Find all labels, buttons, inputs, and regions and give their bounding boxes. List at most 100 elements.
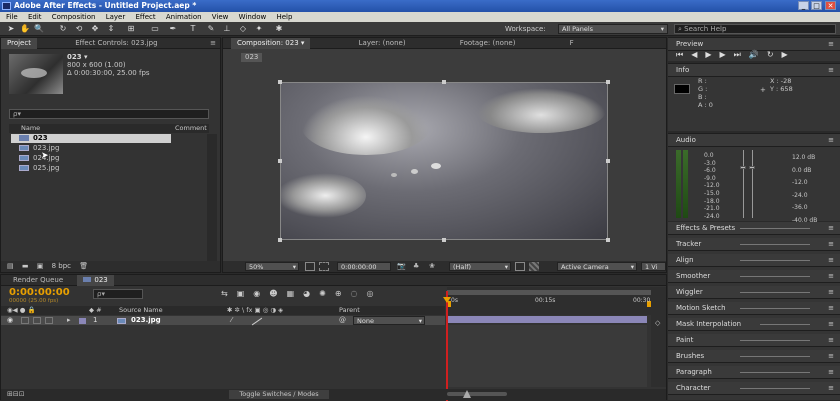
menu-layer[interactable]: Layer bbox=[106, 13, 126, 21]
selection-tool-icon[interactable]: ➤ bbox=[6, 24, 16, 34]
new-folder-icon[interactable]: ▬ bbox=[22, 262, 29, 270]
prev-frame-icon[interactable]: ◀ bbox=[691, 50, 705, 59]
menu-edit[interactable]: Edit bbox=[28, 13, 42, 21]
graph-editor-icon[interactable]: ◌ bbox=[351, 289, 367, 298]
new-comp-icon[interactable]: ▣ bbox=[37, 262, 44, 270]
draft-3d-icon[interactable]: ◉ bbox=[253, 289, 269, 298]
channel-icon[interactable]: ❀ bbox=[429, 262, 435, 270]
expand-triangle-icon[interactable]: ▸ bbox=[67, 316, 71, 325]
close-button[interactable]: ✕ bbox=[825, 1, 836, 10]
zoom-slider[interactable] bbox=[447, 392, 507, 396]
table-row[interactable]: ◉ ▸ 1 023.jpg ⁄ @ None ▾ bbox=[1, 316, 445, 326]
roto-brush-tool-icon[interactable]: ✦ bbox=[254, 24, 264, 34]
view-layout-dropdown[interactable]: 1 Vi bbox=[641, 262, 666, 271]
audio-slider-knob[interactable] bbox=[740, 166, 746, 169]
column-source-name[interactable]: Source Name bbox=[119, 306, 163, 315]
list-item[interactable]: 025.jpg bbox=[11, 164, 59, 173]
menu-file[interactable]: File bbox=[6, 13, 18, 21]
panel-paint[interactable]: Paint ≡ bbox=[668, 334, 840, 347]
tab-flowchart[interactable]: F bbox=[564, 38, 580, 49]
track-z-tool-icon[interactable]: ⇕ bbox=[106, 24, 116, 34]
toggle-switches-modes-button[interactable]: Toggle Switches / Modes bbox=[229, 390, 329, 399]
audio-slider-knob[interactable] bbox=[749, 166, 755, 169]
panel-menu-icon[interactable]: ≡ bbox=[210, 38, 216, 49]
panel-smoother[interactable]: Smoother ≡ bbox=[668, 270, 840, 283]
shy-switch-icon[interactable]: ⁄ bbox=[231, 316, 232, 325]
project-scrollbar[interactable] bbox=[207, 134, 217, 264]
transform-handle[interactable] bbox=[442, 238, 446, 242]
magnification-dropdown[interactable]: 50% ▾ bbox=[245, 262, 299, 271]
transform-handle[interactable] bbox=[442, 80, 446, 84]
list-item[interactable]: 023.jpg bbox=[11, 144, 59, 153]
safe-zones-icon[interactable] bbox=[305, 262, 315, 271]
current-time-field[interactable]: 0:00:00:00 bbox=[337, 262, 391, 271]
first-frame-icon[interactable]: ⏮ bbox=[676, 50, 691, 59]
motion-blur-icon[interactable]: ◕ bbox=[303, 289, 319, 298]
panel-menu-icon[interactable]: ≡ bbox=[828, 270, 834, 283]
lock-toggle[interactable] bbox=[45, 317, 53, 324]
panel-menu-icon[interactable]: ≡ bbox=[828, 38, 834, 51]
pan-behind-tool-icon[interactable]: ⊞ bbox=[126, 24, 136, 34]
panel-wiggler[interactable]: Wiggler ≡ bbox=[668, 286, 840, 299]
audio-slider-right[interactable] bbox=[752, 150, 753, 218]
panel-menu-icon[interactable]: ≡ bbox=[828, 64, 834, 77]
zoom-tool-icon[interactable]: 🔍 bbox=[34, 24, 44, 34]
panel-menu-icon[interactable]: ≡ bbox=[828, 334, 834, 347]
rotate-tool-icon[interactable]: ↻ bbox=[58, 24, 68, 34]
transparency-grid-icon[interactable] bbox=[529, 262, 539, 271]
scroll-up-icon[interactable]: ◇ bbox=[655, 319, 660, 327]
frame-blending-icon[interactable]: ▦ bbox=[287, 289, 304, 298]
timeline-track-area[interactable] bbox=[447, 325, 647, 387]
search-help-field[interactable]: ⌕ Search Help bbox=[674, 24, 836, 34]
panel-menu-icon[interactable]: ≡ bbox=[828, 254, 834, 267]
solo-toggle[interactable] bbox=[33, 317, 41, 324]
panel-tracker[interactable]: Tracker ≡ bbox=[668, 238, 840, 251]
minimize-button[interactable]: _ bbox=[798, 1, 809, 10]
play-icon[interactable]: ▶ bbox=[705, 50, 719, 59]
comp-name-chip[interactable]: 023 bbox=[241, 53, 263, 62]
puppet-pin-tool-icon[interactable]: ✱ bbox=[274, 24, 284, 34]
menu-view[interactable]: View bbox=[212, 13, 229, 21]
column-name[interactable]: Name bbox=[21, 124, 40, 133]
tab-footage[interactable]: Footage: (none) bbox=[454, 38, 522, 49]
brush-tool-icon[interactable]: ✎ bbox=[206, 24, 216, 34]
last-frame-icon[interactable]: ⏭ bbox=[734, 50, 749, 59]
interpret-footage-icon[interactable]: ▤ bbox=[7, 262, 14, 270]
tab-layer[interactable]: Layer: (none) bbox=[353, 38, 412, 49]
panel-paragraph[interactable]: Paragraph ≡ bbox=[668, 366, 840, 379]
panel-menu-icon[interactable]: ≡ bbox=[828, 366, 834, 379]
timeline-scrollbar[interactable]: ◇ bbox=[651, 287, 666, 387]
label-color-swatch[interactable] bbox=[79, 318, 86, 324]
tab-timeline-023[interactable]: 023 bbox=[77, 275, 114, 286]
panel-menu-icon[interactable]: ≡ bbox=[828, 222, 834, 235]
camera-dropdown[interactable]: Active Camera ▾ bbox=[557, 262, 637, 271]
menu-effect[interactable]: Effect bbox=[135, 13, 155, 21]
hide-shy-icon[interactable]: ☻ bbox=[269, 289, 286, 298]
panel-brushes[interactable]: Brushes ≡ bbox=[668, 350, 840, 363]
next-frame-icon[interactable]: ▶ bbox=[720, 50, 734, 59]
loop-icon[interactable]: ↻ bbox=[767, 50, 782, 59]
audio-toggle[interactable] bbox=[21, 317, 29, 324]
panel-mask-interpolation[interactable]: Mask Interpolation ≡ bbox=[668, 318, 840, 331]
live-update-icon[interactable]: ▣ bbox=[237, 289, 254, 298]
menu-window[interactable]: Window bbox=[239, 13, 267, 21]
current-time-indicator[interactable] bbox=[446, 291, 448, 401]
menu-composition[interactable]: Composition bbox=[52, 13, 96, 21]
eraser-tool-icon[interactable]: ◇ bbox=[238, 24, 248, 34]
type-tool-icon[interactable]: T bbox=[188, 24, 198, 34]
workspace-dropdown[interactable]: All Panels ▾ bbox=[558, 24, 668, 34]
layer-source-name[interactable]: 023.jpg bbox=[131, 316, 161, 325]
comp-mini-flowchart-icon[interactable]: ⇆ bbox=[221, 289, 237, 298]
expand-switches-icon[interactable]: ⊞⊟⊡ bbox=[7, 390, 25, 398]
column-comment[interactable]: Comment bbox=[175, 124, 207, 133]
resolution-dropdown[interactable]: (Half) ▾ bbox=[449, 262, 511, 271]
panel-menu-icon[interactable]: ≡ bbox=[828, 350, 834, 363]
panel-menu-icon[interactable]: ≡ bbox=[828, 318, 834, 331]
parent-dropdown[interactable]: None ▾ bbox=[353, 316, 425, 325]
timeline-search-input[interactable]: ρ▾ bbox=[93, 289, 143, 299]
quality-switch-icon[interactable] bbox=[251, 317, 263, 326]
transform-handle[interactable] bbox=[606, 80, 610, 84]
transform-handle[interactable] bbox=[606, 238, 610, 242]
tab-project[interactable]: Project bbox=[1, 38, 37, 49]
rectangle-tool-icon[interactable]: ▭ bbox=[150, 24, 160, 34]
